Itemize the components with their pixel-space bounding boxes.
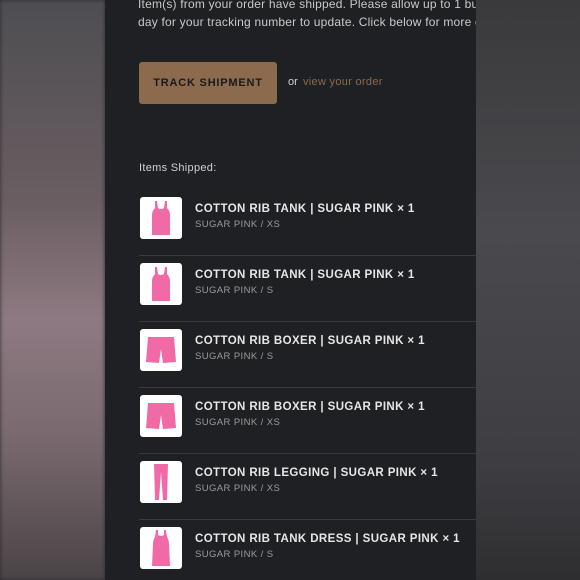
tank-top-icon <box>152 267 170 301</box>
item-variant: SUGAR PINK / S <box>195 549 274 560</box>
view-your-order-link[interactable]: view your order <box>303 76 383 88</box>
product-thumbnail[interactable] <box>140 263 182 305</box>
product-thumbnail[interactable] <box>140 395 182 437</box>
shipping-email-panel: Item(s) from your order have shipped. Pl… <box>105 0 476 580</box>
or-text: or <box>288 76 298 88</box>
shipped-item[interactable]: COTTON RIB TANK DRESS | SUGAR PINK × 1 S… <box>139 520 476 580</box>
shipping-message: Item(s) from your order have shipped. Pl… <box>138 0 476 31</box>
blurred-background-right <box>476 0 580 580</box>
item-variant: SUGAR PINK / S <box>195 285 274 296</box>
item-variant: SUGAR PINK / S <box>195 351 274 362</box>
item-variant: SUGAR PINK / XS <box>195 417 281 428</box>
shipped-item[interactable]: COTTON RIB TANK | SUGAR PINK × 1 SUGAR P… <box>139 190 476 256</box>
item-title: COTTON RIB BOXER | SUGAR PINK × 1 <box>195 401 425 413</box>
item-title: COTTON RIB BOXER | SUGAR PINK × 1 <box>195 335 425 347</box>
shipped-item[interactable]: COTTON RIB TANK | SUGAR PINK × 1 SUGAR P… <box>139 256 476 322</box>
blurred-background-left <box>0 0 105 580</box>
boxer-shorts-icon <box>146 403 176 429</box>
item-variant: SUGAR PINK / XS <box>195 483 281 494</box>
product-thumbnail[interactable] <box>140 527 182 569</box>
shipped-item[interactable]: COTTON RIB BOXER | SUGAR PINK × 1 SUGAR … <box>139 388 476 454</box>
shipped-item[interactable]: COTTON RIB LEGGING | SUGAR PINK × 1 SUGA… <box>139 454 476 520</box>
boxer-shorts-icon <box>146 337 176 363</box>
leggings-icon <box>154 464 168 500</box>
item-title: COTTON RIB TANK DRESS | SUGAR PINK × 1 <box>195 533 460 545</box>
tank-top-icon <box>152 201 170 235</box>
item-title: COTTON RIB TANK | SUGAR PINK × 1 <box>195 203 415 215</box>
shipped-item[interactable]: COTTON RIB BOXER | SUGAR PINK × 1 SUGAR … <box>139 322 476 388</box>
tank-dress-icon <box>152 530 170 566</box>
product-thumbnail[interactable] <box>140 329 182 371</box>
item-title: COTTON RIB LEGGING | SUGAR PINK × 1 <box>195 467 438 479</box>
item-variant: SUGAR PINK / XS <box>195 219 281 230</box>
items-shipped-heading: Items Shipped: <box>139 162 217 174</box>
product-thumbnail[interactable] <box>140 461 182 503</box>
track-shipment-button[interactable]: TRACK SHIPMENT <box>139 62 277 104</box>
item-title: COTTON RIB TANK | SUGAR PINK × 1 <box>195 269 415 281</box>
shipping-message-line: Item(s) from your order have shipped. Pl… <box>138 0 476 11</box>
shipping-message-line: day for your tracking number to update. … <box>138 14 476 29</box>
product-thumbnail[interactable] <box>140 197 182 239</box>
